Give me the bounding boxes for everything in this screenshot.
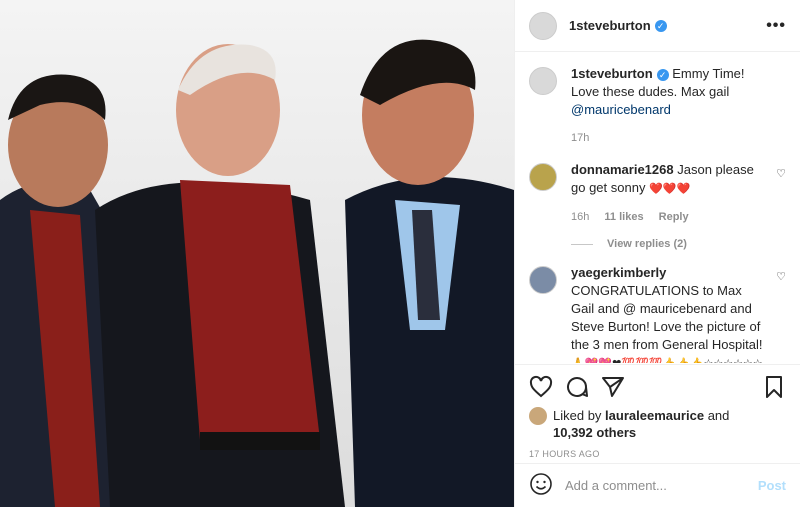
photo-illustration [0, 0, 514, 507]
comment-input[interactable] [565, 478, 758, 493]
replies-divider [571, 243, 593, 245]
post-username[interactable]: 1steveburton [569, 18, 651, 33]
heart-icon[interactable] [529, 375, 553, 402]
post-header: 1steveburton ✓ ••• [515, 0, 800, 52]
comment-like-heart-icon[interactable]: ♡ [776, 167, 786, 180]
comment-time[interactable]: 16h [571, 211, 589, 223]
post-comment-button[interactable]: Post [758, 478, 786, 493]
mention-link[interactable]: @mauricebenard [571, 102, 671, 117]
verified-badge-icon: ✓ [656, 68, 669, 81]
emoji-icon[interactable] [529, 472, 553, 499]
bookmark-icon[interactable] [762, 375, 786, 402]
view-replies-button[interactable]: View replies (2) [571, 238, 786, 250]
comment-emoji: 🙏💖💖❤💯💯💯👍👍👍☆☆☆☆☆☆👏👏👏👏👏👏 [571, 358, 763, 363]
verified-badge-icon: ✓ [654, 19, 667, 32]
comments-section[interactable]: 1steveburton ✓ Emmy Time! Love these dude… [515, 53, 800, 363]
caption: 1steveburton ✓ Emmy Time! Love these dude… [529, 65, 786, 147]
view-replies-label: View replies (2) [607, 238, 687, 250]
caption-username[interactable]: 1steveburton [571, 66, 653, 81]
avatar[interactable] [529, 67, 557, 95]
post-sidebar: 1steveburton ✓ ••• 1steveburton ✓ Emmy Ti… [514, 0, 800, 507]
comment-item: yaegerkimberly CONGRATULATIONS to Max Ga… [529, 264, 786, 363]
likes-others[interactable]: 10,392 others [553, 425, 636, 440]
likes-summary: Liked by lauraleemaurice and 10,392 othe… [529, 407, 786, 441]
add-comment-bar: Post [515, 463, 800, 507]
likes-and: and [707, 408, 730, 423]
post-timestamp[interactable]: 17 HOURS AGO [529, 449, 786, 459]
liker-avatar[interactable] [529, 407, 547, 425]
comment-like-heart-icon[interactable]: ♡ [776, 270, 786, 283]
share-icon[interactable] [601, 375, 625, 402]
comment-text: CONGRATULATIONS to Max Gail and @ mauric… [571, 283, 763, 352]
comment-username[interactable]: yaegerkimberly [571, 265, 666, 280]
caption-time[interactable]: 17h [571, 132, 589, 144]
avatar[interactable] [529, 266, 557, 294]
instagram-post-view: 1steveburton ✓ ••• 1steveburton ✓ Emmy Ti… [0, 0, 800, 507]
comment-emoji: ❤️❤️❤️ [649, 183, 691, 195]
post-photo[interactable] [0, 0, 514, 507]
comment-item: donnamarie1268 Jason please go get sonny… [529, 161, 786, 226]
liker-username[interactable]: lauraleemaurice [605, 408, 704, 423]
comment-likes[interactable]: 11 likes [604, 211, 643, 223]
reply-button[interactable]: Reply [659, 211, 689, 223]
likes-prefix: Liked by [553, 408, 602, 423]
more-options-icon[interactable]: ••• [766, 17, 786, 35]
avatar[interactable] [529, 11, 557, 40]
comment-icon[interactable] [565, 375, 589, 402]
comment-username[interactable]: donnamarie1268 [571, 162, 674, 177]
avatar[interactable] [529, 163, 557, 191]
post-actions: Liked by lauraleemaurice and 10,392 othe… [515, 364, 800, 459]
